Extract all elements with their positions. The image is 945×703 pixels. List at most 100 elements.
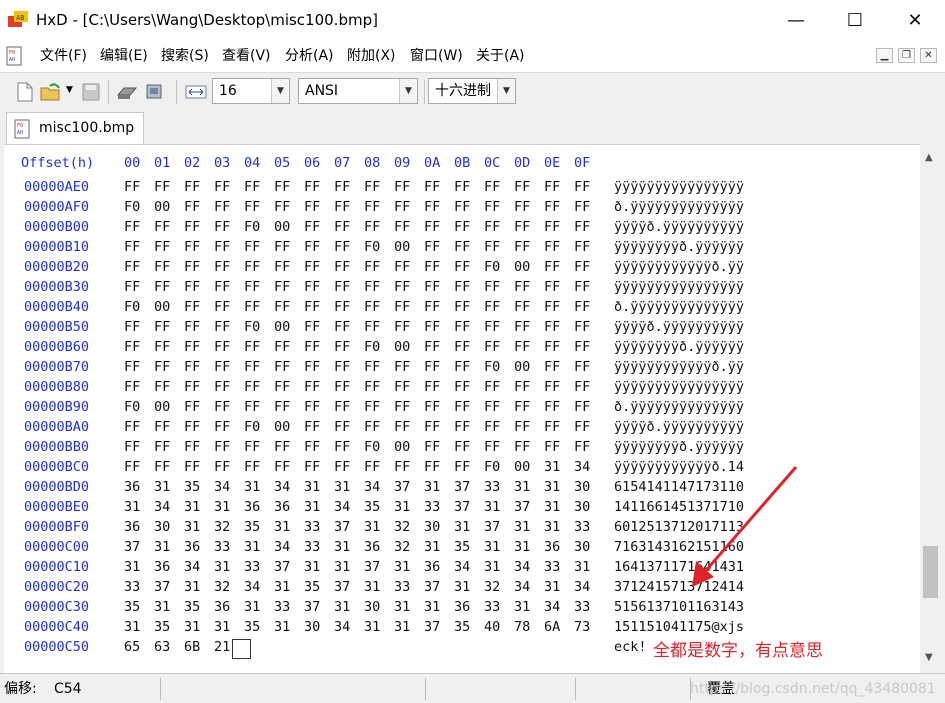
hex-byte[interactable]: 00 xyxy=(274,219,290,235)
hex-byte[interactable]: 37 xyxy=(304,599,320,615)
hex-byte[interactable]: FF xyxy=(454,279,470,295)
hex-byte[interactable]: 31 xyxy=(484,559,500,575)
hex-byte[interactable]: 34 xyxy=(514,579,530,595)
hex-byte[interactable]: 36 xyxy=(124,519,140,535)
hex-byte[interactable]: 37 xyxy=(334,519,350,535)
hex-byte[interactable]: FF xyxy=(334,179,350,195)
hex-byte[interactable]: FF xyxy=(124,219,140,235)
hex-byte[interactable]: FF xyxy=(304,279,320,295)
open-ram-button[interactable] xyxy=(144,81,166,103)
ascii-text[interactable]: ÿÿÿÿÿÿÿÿð.ÿÿÿÿÿÿ xyxy=(614,439,744,455)
hex-byte[interactable]: 33 xyxy=(574,599,590,615)
hex-byte[interactable]: FF xyxy=(364,299,380,315)
hex-byte[interactable]: 31 xyxy=(454,579,470,595)
hex-byte[interactable]: FF xyxy=(394,219,410,235)
hex-byte[interactable]: FF xyxy=(454,219,470,235)
hex-byte[interactable]: FF xyxy=(454,179,470,195)
hex-byte[interactable]: FF xyxy=(394,459,410,475)
hex-byte[interactable]: FF xyxy=(424,199,440,215)
hex-byte[interactable]: 73 xyxy=(574,619,590,635)
hex-byte[interactable]: FF xyxy=(544,439,560,455)
hex-byte[interactable]: FF xyxy=(124,259,140,275)
hex-byte[interactable]: 34 xyxy=(274,479,290,495)
hex-byte[interactable]: 00 xyxy=(154,299,170,315)
hex-byte[interactable]: FF xyxy=(364,419,380,435)
hex-byte[interactable]: FF xyxy=(394,419,410,435)
hex-byte[interactable]: FF xyxy=(574,439,590,455)
hex-byte[interactable]: FF xyxy=(364,179,380,195)
hex-byte[interactable]: 33 xyxy=(424,499,440,515)
new-file-button[interactable] xyxy=(14,81,36,103)
hex-byte[interactable]: FF xyxy=(514,319,530,335)
hex-byte[interactable]: 37 xyxy=(334,579,350,595)
hex-byte[interactable]: FF xyxy=(184,199,200,215)
hex-byte[interactable]: 30 xyxy=(574,479,590,495)
hex-byte[interactable]: 30 xyxy=(304,619,320,635)
hex-byte[interactable]: 00 xyxy=(394,239,410,255)
hex-byte[interactable]: FF xyxy=(484,219,500,235)
hex-byte[interactable]: 31 xyxy=(244,599,260,615)
open-dropdown-arrow-icon[interactable]: ▼ xyxy=(66,85,73,95)
ascii-text[interactable]: ÿÿÿÿÿÿÿÿÿÿÿÿÿÿÿÿ xyxy=(614,179,744,195)
hex-byte[interactable]: FF xyxy=(574,319,590,335)
hex-byte[interactable]: 31 xyxy=(304,559,320,575)
hex-byte[interactable]: FF xyxy=(274,199,290,215)
ascii-text[interactable]: ÿÿÿÿÿÿÿÿð.ÿÿÿÿÿÿ xyxy=(614,339,744,355)
close-button[interactable]: ✕ xyxy=(885,0,945,40)
hex-byte[interactable]: FF xyxy=(484,239,500,255)
hex-byte[interactable]: 31 xyxy=(154,599,170,615)
hex-byte[interactable]: FF xyxy=(364,199,380,215)
hex-byte[interactable]: 35 xyxy=(304,579,320,595)
ascii-text[interactable]: ÿÿÿÿÿÿÿÿÿÿÿÿð.ÿÿ xyxy=(614,359,744,375)
hex-byte[interactable]: 00 xyxy=(394,339,410,355)
hex-byte[interactable]: FF xyxy=(454,259,470,275)
hex-byte[interactable]: 31 xyxy=(244,539,260,555)
hex-byte[interactable]: FF xyxy=(574,299,590,315)
hex-byte[interactable]: FF xyxy=(304,339,320,355)
hex-byte[interactable]: 33 xyxy=(214,539,230,555)
hex-byte[interactable]: FF xyxy=(334,299,350,315)
hex-byte[interactable]: 34 xyxy=(514,559,530,575)
hex-byte[interactable]: FF xyxy=(574,199,590,215)
hex-byte[interactable]: FF xyxy=(124,339,140,355)
hex-byte[interactable]: 36 xyxy=(454,599,470,615)
hex-byte[interactable]: 35 xyxy=(454,539,470,555)
hex-byte[interactable]: 00 xyxy=(274,319,290,335)
hex-byte[interactable]: FF xyxy=(244,459,260,475)
hex-byte[interactable]: FF xyxy=(274,279,290,295)
hex-byte[interactable]: FF xyxy=(334,259,350,275)
hex-byte[interactable]: FF xyxy=(544,199,560,215)
offset-base-select[interactable]: 十六进制 ▼ xyxy=(428,78,516,104)
hex-byte[interactable]: FF xyxy=(424,359,440,375)
hex-byte[interactable]: FF xyxy=(514,379,530,395)
charset-select[interactable]: ANSI ▼ xyxy=(298,78,418,104)
hex-byte[interactable]: FF xyxy=(184,379,200,395)
hex-byte[interactable]: FF xyxy=(454,379,470,395)
hex-byte[interactable]: 31 xyxy=(544,579,560,595)
hex-byte[interactable]: 37 xyxy=(364,559,380,575)
ascii-text[interactable]: ÿÿÿÿð.ÿÿÿÿÿÿÿÿÿÿ xyxy=(614,219,744,235)
scrollbar-thumb[interactable] xyxy=(923,546,938,598)
hex-byte[interactable]: FF xyxy=(424,279,440,295)
hex-byte[interactable]: 31 xyxy=(274,579,290,595)
hex-byte[interactable]: 31 xyxy=(304,499,320,515)
hex-byte[interactable]: FF xyxy=(154,419,170,435)
menu-extras[interactable]: 附加(X) xyxy=(347,46,396,66)
hex-byte[interactable]: FF xyxy=(544,179,560,195)
hex-byte[interactable]: 33 xyxy=(544,559,560,575)
menu-about[interactable]: 关于(A) xyxy=(476,46,525,66)
hex-byte[interactable]: FF xyxy=(334,399,350,415)
hex-byte[interactable]: 31 xyxy=(514,479,530,495)
hex-byte[interactable]: 37 xyxy=(454,479,470,495)
hex-byte[interactable]: FF xyxy=(214,439,230,455)
hex-byte[interactable]: FF xyxy=(394,399,410,415)
hex-byte[interactable]: FF xyxy=(244,259,260,275)
hex-byte[interactable]: FF xyxy=(124,179,140,195)
hex-byte[interactable]: FF xyxy=(154,259,170,275)
hex-byte[interactable]: 00 xyxy=(514,359,530,375)
hex-byte[interactable]: 37 xyxy=(454,499,470,515)
hex-byte[interactable]: 30 xyxy=(574,499,590,515)
menu-view[interactable]: 查看(V) xyxy=(222,46,271,66)
hex-byte[interactable]: FF xyxy=(544,319,560,335)
hex-byte[interactable]: 36 xyxy=(274,499,290,515)
